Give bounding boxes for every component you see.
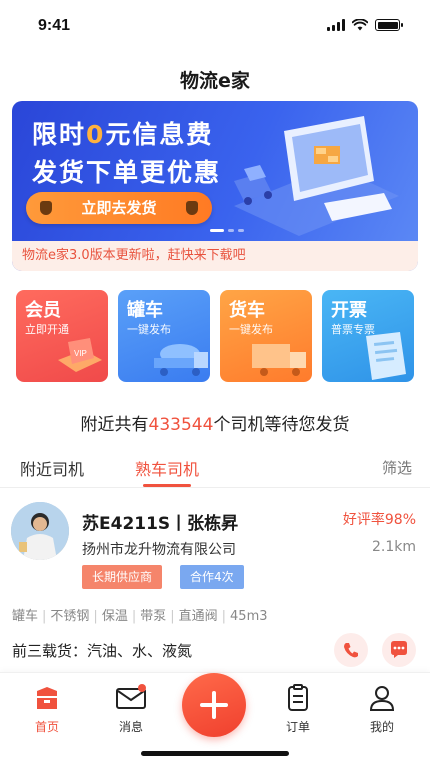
cellular-signal-icon	[327, 19, 345, 31]
home-icon	[37, 687, 57, 709]
status-time: 9:41	[38, 17, 71, 34]
driver-distance: 2.1km	[371, 539, 416, 555]
ship-now-button[interactable]: 立即去发货	[26, 192, 212, 224]
wifi-icon	[352, 19, 368, 31]
nav-orders[interactable]: 订单	[268, 681, 328, 735]
quick-action-truck[interactable]: 货车 一键发布	[220, 290, 312, 382]
status-badge: 长期供应商	[82, 565, 163, 589]
driver-tabs: 附近司机 熟车司机 筛选	[0, 450, 430, 488]
driver-rating: 好评率98%	[342, 512, 416, 528]
phone-icon	[344, 643, 358, 658]
quick-action-invoice[interactable]: 开票 普票专票	[322, 290, 414, 382]
banner-headline: 限时0元信息费	[32, 120, 214, 149]
status-bar: 9:41	[0, 0, 430, 52]
shield-icon	[40, 201, 52, 215]
driver-count: 433544	[148, 415, 214, 435]
computer-truck-illustration	[234, 116, 399, 236]
tab-nearby-drivers[interactable]: 附近司机	[20, 456, 84, 480]
driver-company: 扬州市龙升物流有限公司	[82, 542, 236, 558]
invoice-icon	[366, 332, 406, 380]
unread-dot	[138, 684, 146, 692]
battery-icon	[375, 19, 403, 31]
driver-card[interactable]: 苏E4211S丨张栋昇 好评率98% 扬州市龙升物流有限公司 2.1km 长期供…	[0, 490, 430, 670]
clipboard-icon	[288, 684, 308, 711]
filter-button[interactable]: 筛选	[382, 457, 412, 478]
tab-familiar-drivers[interactable]: 熟车司机	[135, 456, 199, 480]
status-icons	[327, 19, 403, 31]
tanker-truck-icon	[154, 344, 208, 376]
publish-fab-button[interactable]	[182, 673, 246, 737]
status-badge: 合作4次	[180, 565, 244, 589]
call-button[interactable]	[334, 633, 368, 667]
page-title: 物流e家	[180, 70, 250, 92]
nav-messages[interactable]: 消息	[101, 681, 161, 735]
shield-icon	[186, 201, 198, 215]
chat-bubble-icon	[391, 641, 407, 658]
avatar	[11, 502, 69, 560]
quick-action-member[interactable]: 会员 立即开通 VIP	[16, 290, 108, 382]
person-icon	[369, 686, 395, 711]
announcement-ticker[interactable]: 物流e家3.0版本更新啦，赶快来下载吧	[12, 241, 418, 271]
cargo-truck-icon	[252, 344, 306, 376]
banner-subheadline: 发货下单更优惠	[32, 158, 222, 187]
promo-banner[interactable]: 限时0元信息费 发货下单更优惠 立即去发货 物流e家3.0版本更新啦，赶快来下载…	[12, 101, 418, 271]
nav-home[interactable]: 首页	[17, 681, 77, 735]
nav-profile[interactable]: 我的	[352, 681, 412, 735]
driver-plate-name: 苏E4211S丨张栋昇	[82, 514, 239, 534]
active-tab-indicator	[143, 484, 191, 487]
home-indicator	[141, 751, 289, 756]
chat-button[interactable]	[382, 633, 416, 667]
previous-cargo: 前三载货：汽油、水、液氮	[12, 642, 193, 660]
vip-card-icon: VIP	[58, 338, 102, 372]
quick-actions: 会员 立即开通 VIP 罐车 一键发布 货车 一键发布 开票 普票专票	[16, 290, 414, 382]
quick-action-tanker[interactable]: 罐车 一键发布	[118, 290, 210, 382]
vehicle-specs: 罐车 | 不锈钢 | 保温 | 带泵 | 直通阀 | 45m3	[12, 609, 268, 624]
nearby-drivers-summary: 附近共有433544个司机等待您发货	[80, 415, 350, 435]
svg-text:VIP: VIP	[74, 349, 87, 358]
